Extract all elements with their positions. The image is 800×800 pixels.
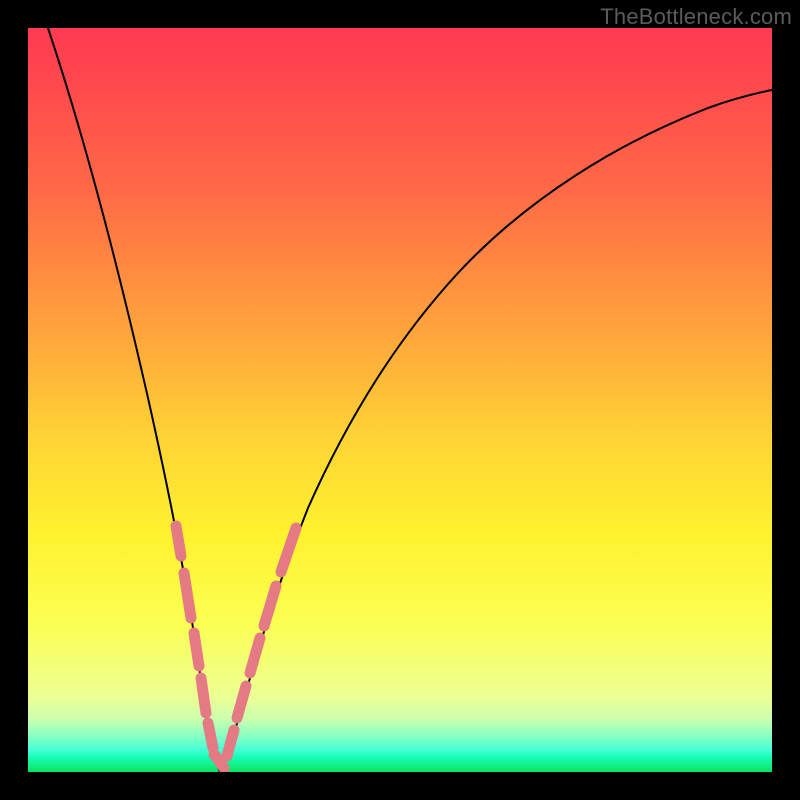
highlight-seg-l1	[176, 526, 181, 556]
highlight-seg-r2	[237, 686, 246, 718]
highlight-seg-r4	[264, 586, 276, 626]
highlight-seg-l3	[194, 633, 199, 666]
bottleneck-curve	[28, 28, 772, 772]
highlight-seg-l2	[184, 573, 191, 618]
highlight-seg-r3	[250, 638, 260, 673]
highlight-seg-r1	[227, 730, 234, 756]
highlight-seg-l4	[201, 678, 206, 713]
curve-right-branch	[220, 90, 772, 772]
watermark-label: TheBottleneck.com	[600, 4, 792, 30]
highlight-seg-l5	[208, 723, 213, 748]
chart-frame: TheBottleneck.com	[0, 0, 800, 800]
highlight-seg-r5	[281, 528, 296, 572]
plot-area	[28, 28, 772, 772]
